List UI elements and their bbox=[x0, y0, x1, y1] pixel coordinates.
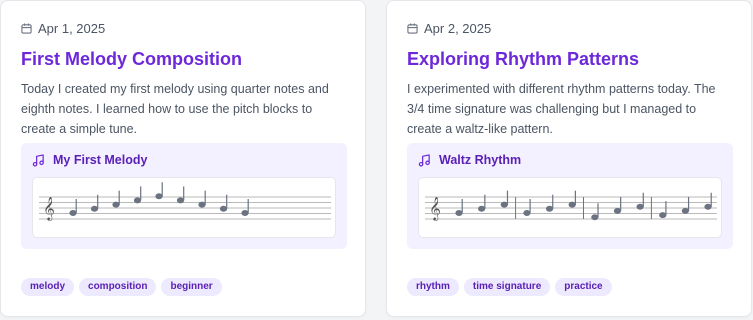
music-staff: 𝄞 bbox=[418, 177, 722, 238]
entry-title[interactable]: Exploring Rhythm Patterns bbox=[407, 49, 639, 70]
note-head bbox=[112, 201, 120, 208]
note-head bbox=[133, 197, 142, 204]
music-note-icon bbox=[32, 153, 44, 166]
note-head bbox=[478, 205, 486, 212]
score-header: Waltz Rhythm bbox=[418, 153, 521, 167]
treble-clef: 𝄞 bbox=[43, 196, 55, 221]
note-head bbox=[455, 210, 463, 216]
score-preview[interactable]: My First Melody 𝄞 bbox=[21, 143, 347, 249]
note-head bbox=[523, 210, 531, 216]
tag-chip[interactable]: beginner bbox=[161, 278, 222, 296]
calendar-icon bbox=[21, 23, 32, 34]
note-head bbox=[636, 203, 644, 210]
music-note-icon bbox=[418, 153, 430, 166]
journal-entry-card[interactable]: Apr 2, 2025 Exploring Rhythm Patterns I … bbox=[386, 0, 752, 317]
note-head bbox=[198, 201, 206, 208]
tag-chip[interactable]: composition bbox=[79, 278, 157, 296]
note-head bbox=[704, 203, 712, 210]
note-head bbox=[613, 207, 622, 214]
note-head bbox=[176, 197, 185, 204]
tag-list: melody composition beginner bbox=[21, 278, 222, 296]
note-head bbox=[568, 201, 576, 208]
entry-description: Today I created my first melody using qu… bbox=[21, 82, 329, 136]
score-title: Waltz Rhythm bbox=[439, 153, 522, 167]
calendar-icon bbox=[407, 23, 418, 34]
journal-entry-card[interactable]: Apr 1, 2025 First Melody Composition Tod… bbox=[0, 0, 366, 317]
note-head bbox=[545, 205, 554, 212]
music-staff: 𝄞 bbox=[32, 177, 336, 238]
entry-date-text: Apr 2, 2025 bbox=[424, 21, 492, 36]
score-title: My First Melody bbox=[53, 153, 148, 167]
entry-date: Apr 1, 2025 bbox=[21, 21, 105, 36]
score-header: My First Melody bbox=[32, 153, 147, 167]
tag-chip[interactable]: melody bbox=[21, 278, 75, 296]
note-head bbox=[241, 210, 249, 216]
tag-chip[interactable]: time signature bbox=[463, 278, 551, 296]
score-preview[interactable]: Waltz Rhythm 𝄞 bbox=[407, 143, 733, 249]
note-head bbox=[681, 207, 689, 214]
note-head bbox=[69, 210, 77, 216]
note-head bbox=[155, 193, 163, 200]
entry-date-text: Apr 1, 2025 bbox=[38, 21, 106, 36]
entry-description: I experimented with different rhythm pat… bbox=[407, 82, 716, 136]
entry-date: Apr 2, 2025 bbox=[407, 21, 491, 36]
treble-clef: 𝄞 bbox=[429, 196, 441, 221]
note-head bbox=[90, 205, 99, 212]
note-head bbox=[591, 214, 599, 221]
tag-list: rhythm time signature practice bbox=[407, 278, 612, 296]
note-head bbox=[659, 212, 667, 219]
note-head bbox=[500, 201, 508, 208]
tag-chip[interactable]: rhythm bbox=[407, 278, 459, 296]
entry-title[interactable]: First Melody Composition bbox=[21, 49, 242, 70]
tag-chip[interactable]: practice bbox=[555, 278, 612, 296]
note-head bbox=[219, 205, 228, 212]
